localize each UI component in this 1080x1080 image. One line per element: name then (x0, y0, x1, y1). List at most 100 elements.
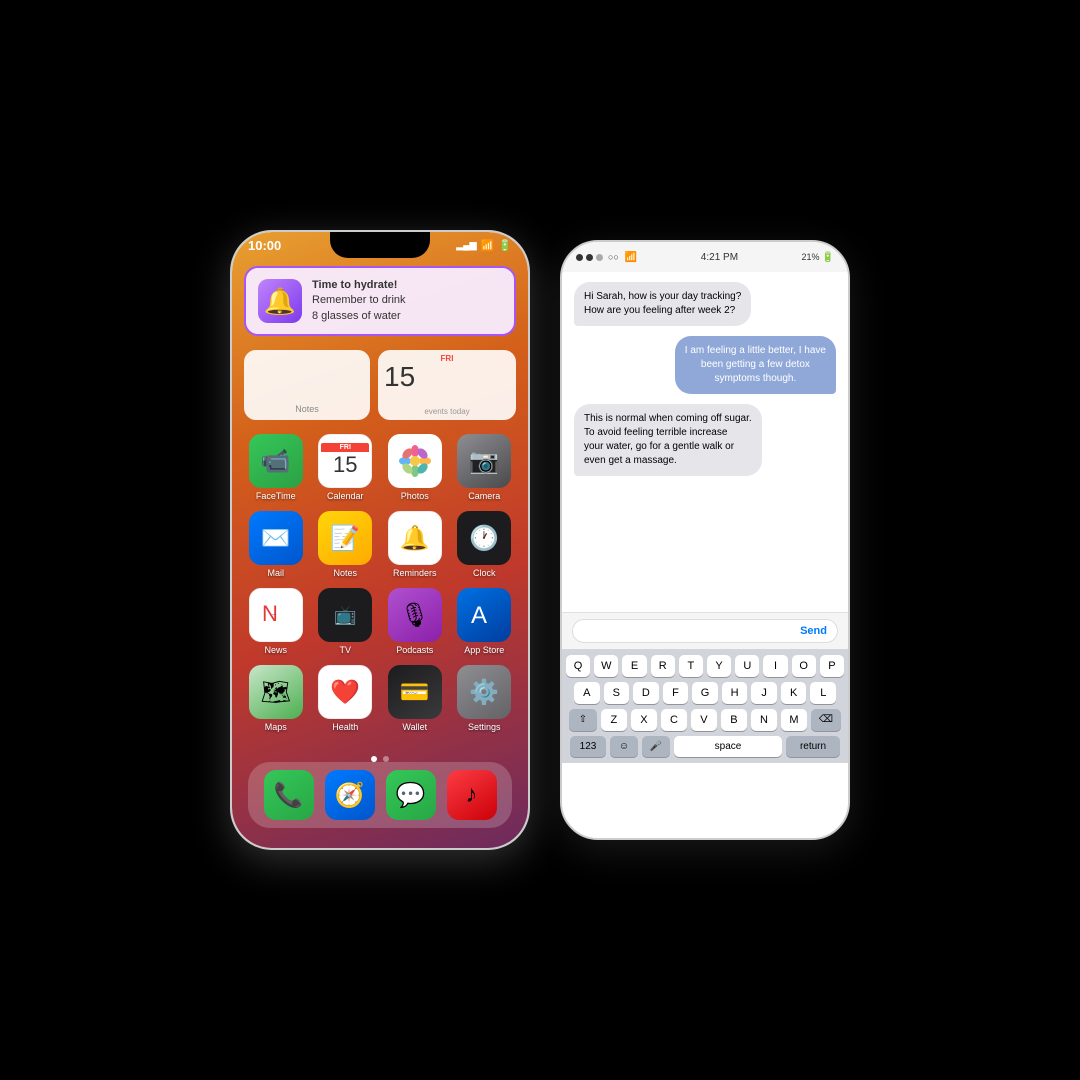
wifi-status: 📶 (625, 252, 637, 263)
mail-icon: ✉️ (249, 511, 303, 565)
tv-icon: 📺 (318, 588, 372, 642)
app-maps[interactable]: 🗺 Maps (244, 665, 308, 732)
app-health[interactable]: ❤️ Health (314, 665, 378, 732)
key-i[interactable]: I (763, 655, 787, 677)
keyboard-row-1: Q W E R T Y U I O P (566, 655, 844, 677)
key-123[interactable]: 123 (570, 736, 606, 757)
dock-safari-icon: 🧭 (325, 770, 375, 820)
settings-label: Settings (468, 722, 501, 732)
app-notes[interactable]: 📝 Notes (314, 511, 378, 578)
key-o[interactable]: O (792, 655, 816, 677)
key-c[interactable]: C (661, 709, 687, 731)
signal-oo: ○○ (608, 252, 619, 262)
app-calendar[interactable]: FRI 15 Calendar (314, 434, 378, 501)
dock-phone[interactable]: 📞 (264, 770, 314, 820)
app-settings[interactable]: ⚙️ Settings (453, 665, 517, 732)
key-a[interactable]: A (574, 682, 600, 704)
signal-dot-3 (596, 254, 603, 261)
notification-text: Time to hydrate! Remember to drink8 glas… (312, 278, 406, 324)
app-camera[interactable]: 📷 Camera (453, 434, 517, 501)
dock: 📞 🧭 💬 ♪ (248, 762, 512, 828)
app-reminders[interactable]: 🔔 Reminders (383, 511, 447, 578)
key-emoji[interactable]: ☺ (610, 736, 638, 757)
notification-banner[interactable]: 🔔 Time to hydrate! Remember to drink8 gl… (244, 266, 516, 336)
message-input-field[interactable]: Send (572, 619, 838, 643)
key-n[interactable]: N (751, 709, 777, 731)
msg-text-3: This is normal when coming off sugar.To … (584, 413, 752, 466)
key-b[interactable]: B (721, 709, 747, 731)
widget-notes[interactable]: Notes (244, 350, 370, 420)
key-t[interactable]: T (679, 655, 703, 677)
key-m[interactable]: M (781, 709, 807, 731)
key-u[interactable]: U (735, 655, 759, 677)
key-e[interactable]: E (622, 655, 646, 677)
dock-music-icon: ♪ (447, 770, 497, 820)
app-facetime[interactable]: 📹 FaceTime (244, 434, 308, 501)
app-appstore[interactable]: A App Store (453, 588, 517, 655)
key-q[interactable]: Q (566, 655, 590, 677)
dock-music[interactable]: ♪ (447, 770, 497, 820)
phone2-battery-icon: 🔋 (822, 252, 834, 263)
settings-icon: ⚙️ (457, 665, 511, 719)
news-icon: N̈ (249, 588, 303, 642)
app-clock[interactable]: 🕐 Clock (453, 511, 517, 578)
keyboard-row-3: ⇧ Z X C V B N M ⌫ (566, 709, 844, 731)
key-space[interactable]: space (674, 736, 782, 757)
key-v[interactable]: V (691, 709, 717, 731)
app-tv[interactable]: 📺 TV (314, 588, 378, 655)
key-s[interactable]: S (604, 682, 630, 704)
scene: 10:00 ▂▄▆ 📶 🔋 🔔 Time to hydrate! Remembe… (230, 230, 850, 850)
reminders-icon: 🔔 (388, 511, 442, 565)
app-photos[interactable]: Photos (383, 434, 447, 501)
app-wallet[interactable]: 💳 Wallet (383, 665, 447, 732)
app-grid: 📹 FaceTime FRI 15 Calendar (244, 434, 516, 742)
key-f[interactable]: F (663, 682, 689, 704)
key-x[interactable]: X (631, 709, 657, 731)
key-l[interactable]: L (810, 682, 836, 704)
dock-messages[interactable]: 💬 (386, 770, 436, 820)
key-r[interactable]: R (651, 655, 675, 677)
calendar-events: events today (424, 407, 469, 416)
camera-label: Camera (468, 491, 500, 501)
msg-text-1: Hi Sarah, how is your day tracking?How a… (584, 291, 741, 316)
send-button[interactable]: Send (800, 625, 827, 637)
key-y[interactable]: Y (707, 655, 731, 677)
wallet-label: Wallet (402, 722, 427, 732)
notification-icon: 🔔 (258, 279, 302, 323)
app-row-3: N̈ News 📺 TV 🎙 Podcasts A App Store (244, 588, 516, 655)
photos-label: Photos (401, 491, 429, 501)
app-podcasts[interactable]: 🎙 Podcasts (383, 588, 447, 655)
facetime-icon: 📹 (249, 434, 303, 488)
key-j[interactable]: J (751, 682, 777, 704)
key-k[interactable]: K (781, 682, 807, 704)
phone1-status-icons: ▂▄▆ 📶 🔋 (456, 239, 512, 252)
maps-label: Maps (265, 722, 287, 732)
keyboard-row-2: A S D F G H J K L (566, 682, 844, 704)
widget-notes-label: Notes (295, 404, 319, 414)
key-h[interactable]: H (722, 682, 748, 704)
key-d[interactable]: D (633, 682, 659, 704)
calendar-app-label: Calendar (327, 491, 364, 501)
calendar-icon: FRI 15 (318, 434, 372, 488)
app-news[interactable]: N̈ News (244, 588, 308, 655)
notification-title: Time to hydrate! (312, 279, 397, 291)
phone2-time: 4:21 PM (701, 252, 738, 263)
app-mail[interactable]: ✉️ Mail (244, 511, 308, 578)
msg-sent-1: I am feeling a little better, I havebeen… (675, 336, 836, 394)
dock-safari[interactable]: 🧭 (325, 770, 375, 820)
keyboard-bottom-row: 123 ☺ 🎤 space return (566, 736, 844, 757)
widget-calendar[interactable]: FRI 15 events today (378, 350, 516, 420)
mail-label: Mail (267, 568, 284, 578)
key-g[interactable]: G (692, 682, 718, 704)
key-z[interactable]: Z (601, 709, 627, 731)
notes-label: Notes (333, 568, 357, 578)
key-mic[interactable]: 🎤 (642, 736, 670, 757)
key-w[interactable]: W (594, 655, 618, 677)
key-delete[interactable]: ⌫ (811, 709, 841, 731)
key-return[interactable]: return (786, 736, 840, 757)
key-p[interactable]: P (820, 655, 844, 677)
health-icon: ❤️ (318, 665, 372, 719)
key-shift[interactable]: ⇧ (569, 709, 597, 731)
facetime-label: FaceTime (256, 491, 296, 501)
chat-messages: Hi Sarah, how is your day tracking?How a… (562, 272, 848, 612)
